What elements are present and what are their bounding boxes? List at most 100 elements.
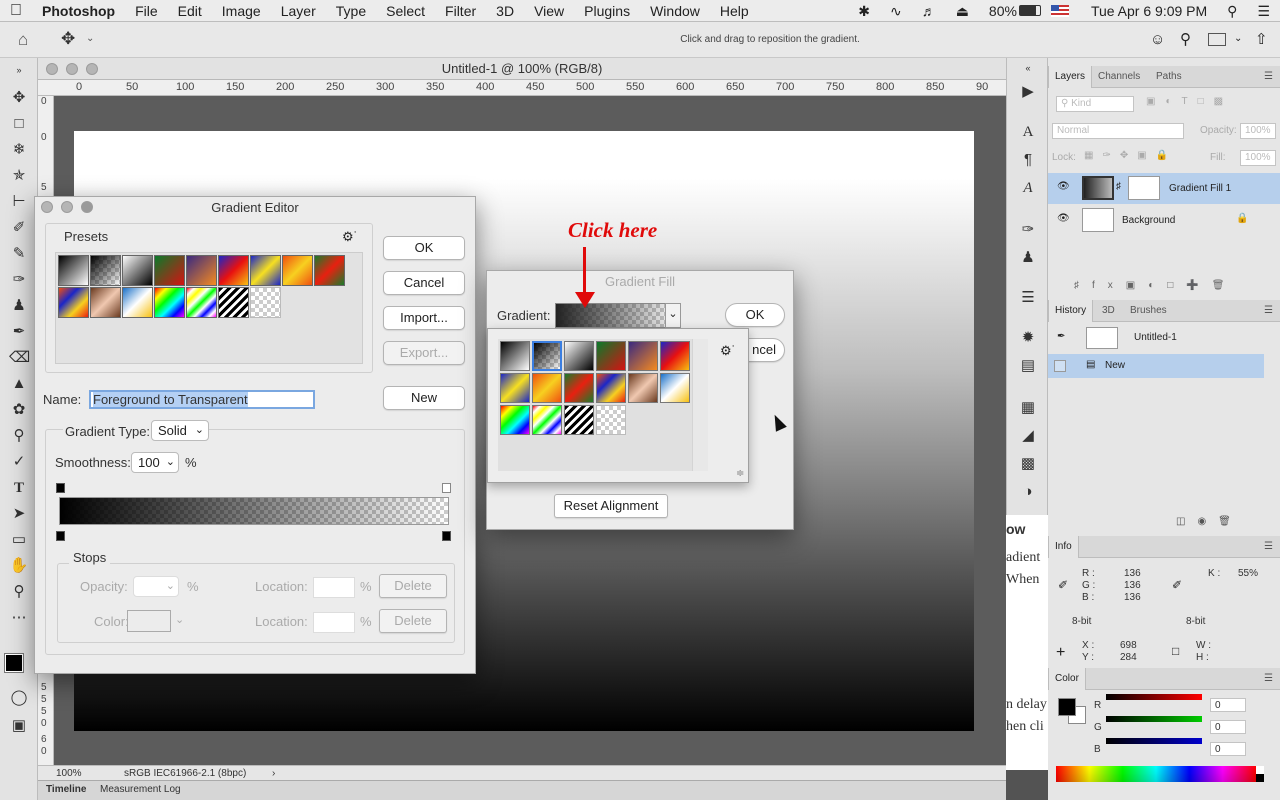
brush-tool-icon[interactable]: ✑ — [9, 270, 29, 290]
home-icon[interactable]: ⌂ — [18, 30, 28, 50]
zoom-tool-icon[interactable]: ⚲ — [9, 582, 29, 602]
delete-opacity-stop-button[interactable]: Delete — [379, 574, 447, 598]
more-tools-icon[interactable]: ⋯ — [9, 608, 29, 628]
picker-swatch-selected[interactable] — [532, 341, 562, 371]
preset-swatch[interactable] — [154, 255, 185, 286]
dodge-tool-icon[interactable]: ⚲ — [9, 426, 29, 446]
picker-swatch[interactable] — [564, 405, 594, 435]
color-fg-swatch[interactable] — [1058, 698, 1076, 716]
tab-layers[interactable]: Layers — [1048, 66, 1093, 88]
wifi-icon[interactable]: ∿ — [880, 0, 912, 22]
preset-swatch[interactable] — [90, 287, 121, 318]
ok-button[interactable]: OK — [725, 303, 785, 327]
menu-view[interactable]: View — [524, 0, 574, 22]
picker-swatch[interactable] — [500, 405, 530, 435]
zoom-window-button[interactable] — [86, 63, 98, 75]
horizontal-ruler[interactable]: 0 50 100 150 200 250 300 350 400 450 500… — [38, 80, 1006, 96]
stop-color-swatch[interactable] — [127, 610, 171, 632]
properties-icon[interactable]: ☰ — [1018, 288, 1038, 308]
workspace-chevron-icon[interactable]: ⌄ — [1234, 33, 1242, 44]
paint-bucket-tool-icon[interactable]: ▲ — [9, 374, 29, 394]
tool-preset-chevron-icon[interactable]: ⌄ — [86, 33, 94, 44]
collapse-icon[interactable]: « — [1018, 58, 1038, 78]
menu-filter[interactable]: Filter — [435, 0, 486, 22]
history-brush-tool-icon[interactable]: ✒ — [9, 322, 29, 342]
marquee-tool-icon[interactable]: □ — [9, 114, 29, 134]
picker-swatch[interactable] — [500, 341, 530, 371]
user-icon[interactable]: ☺ — [1150, 31, 1165, 48]
color-g-field[interactable]: 0 — [1210, 720, 1246, 734]
menu-window[interactable]: Window — [640, 0, 710, 22]
workspace-icon[interactable] — [1208, 33, 1226, 46]
menu-app[interactable]: Photoshop — [32, 0, 125, 22]
crop-tool-icon[interactable]: ⊢ — [9, 192, 29, 212]
preset-swatch[interactable] — [282, 255, 313, 286]
preset-swatch[interactable] — [250, 287, 281, 318]
tab-channels[interactable]: Channels — [1092, 66, 1146, 88]
picker-gear-icon[interactable]: ⚙˙ — [720, 343, 736, 359]
color-b-slider[interactable] — [1106, 738, 1202, 744]
brush-settings-icon[interactable]: ✑ — [1018, 220, 1038, 240]
minimize-window-button[interactable] — [66, 63, 78, 75]
gradient-bar[interactable] — [59, 497, 449, 525]
picker-swatch[interactable] — [500, 373, 530, 403]
panel-menu-icon[interactable]: ☰ — [1258, 668, 1279, 690]
gradient-dropdown-button[interactable]: ⌄ — [665, 303, 681, 328]
cancel-button[interactable]: Cancel — [383, 271, 465, 295]
picker-swatch[interactable] — [596, 405, 626, 435]
tab-3d[interactable]: 3D — [1096, 300, 1121, 322]
eject-icon[interactable]: ⏏ — [946, 0, 979, 22]
screen-mode-icon[interactable]: ▣ — [9, 716, 29, 736]
color-b-field[interactable]: 0 — [1210, 742, 1246, 756]
history-brush-icon[interactable]: ✒ — [1057, 331, 1065, 342]
spotlight-icon[interactable]: ⚲ — [1217, 0, 1247, 22]
reset-alignment-button[interactable]: Reset Alignment — [554, 494, 668, 518]
preset-swatch[interactable] — [250, 255, 281, 286]
preset-swatch[interactable] — [122, 287, 153, 318]
gradient-preview-swatch[interactable] — [555, 303, 681, 328]
name-field[interactable]: Foreground to Transparent — [89, 390, 315, 409]
color-spectrum-ramp[interactable] — [1056, 766, 1256, 782]
preset-swatch[interactable] — [58, 287, 89, 318]
fill-field[interactable]: 100% — [1240, 150, 1276, 166]
bluetooth-icon[interactable]: ✱ — [848, 0, 880, 22]
picker-swatch[interactable] — [628, 373, 658, 403]
battery-icon[interactable] — [1018, 5, 1041, 16]
layers-footer-icons[interactable]: ♯fx▣◐□➕🗑 — [1074, 280, 1237, 291]
preset-swatch[interactable] — [154, 287, 185, 318]
new-button[interactable]: New — [383, 386, 465, 410]
rectangle-tool-icon[interactable]: ▭ — [9, 530, 29, 550]
patterns-icon[interactable]: ▩ — [1018, 454, 1038, 474]
color-stop-left[interactable] — [56, 531, 65, 541]
panel-menu-icon[interactable]: ☰ — [1258, 66, 1279, 88]
menu-layer[interactable]: Layer — [271, 0, 326, 22]
delete-color-stop-button[interactable]: Delete — [379, 609, 447, 633]
apple-menu-icon[interactable]:  — [0, 2, 32, 20]
pen-tool-icon[interactable]: ✓ — [9, 452, 29, 472]
picker-swatch[interactable] — [532, 373, 562, 403]
flag-icon[interactable] — [1050, 4, 1069, 17]
preset-swatch[interactable] — [186, 255, 217, 286]
chevron-down-icon[interactable]: ⌄ — [166, 453, 175, 472]
stamp-tool-icon[interactable]: ♟ — [9, 296, 29, 316]
stop-opacity-field[interactable]: ⌄ — [133, 576, 179, 597]
filter-kind-select[interactable]: ⚲ Kind — [1056, 96, 1134, 112]
control-center-icon[interactable]: ☰ — [1247, 0, 1280, 22]
preset-swatch[interactable] — [186, 287, 217, 318]
blur-tool-icon[interactable]: ✿ — [9, 400, 29, 420]
color-g-slider[interactable] — [1106, 716, 1202, 722]
close-window-button[interactable] — [46, 63, 58, 75]
opacity-stop-right[interactable] — [442, 483, 451, 493]
picker-swatch[interactable] — [596, 341, 626, 371]
menu-type[interactable]: Type — [326, 0, 376, 22]
visibility-eye-icon[interactable]: 👁 — [1057, 213, 1070, 224]
lock-icons[interactable]: ▦✑✥▣🔒 — [1084, 150, 1177, 161]
picker-swatch[interactable] — [564, 341, 594, 371]
visibility-eye-icon[interactable]: 👁 — [1057, 181, 1070, 192]
layer-row-gradient-fill[interactable]: 👁 ♯ Gradient Fill 1 — [1048, 173, 1280, 204]
menu-plugins[interactable]: Plugins — [574, 0, 640, 22]
menu-select[interactable]: Select — [376, 0, 435, 22]
tool-presets-icon[interactable]: ✹ — [1018, 328, 1038, 348]
picker-swatch[interactable] — [596, 373, 626, 403]
tab-measurement-log[interactable]: Measurement Log — [100, 784, 181, 795]
